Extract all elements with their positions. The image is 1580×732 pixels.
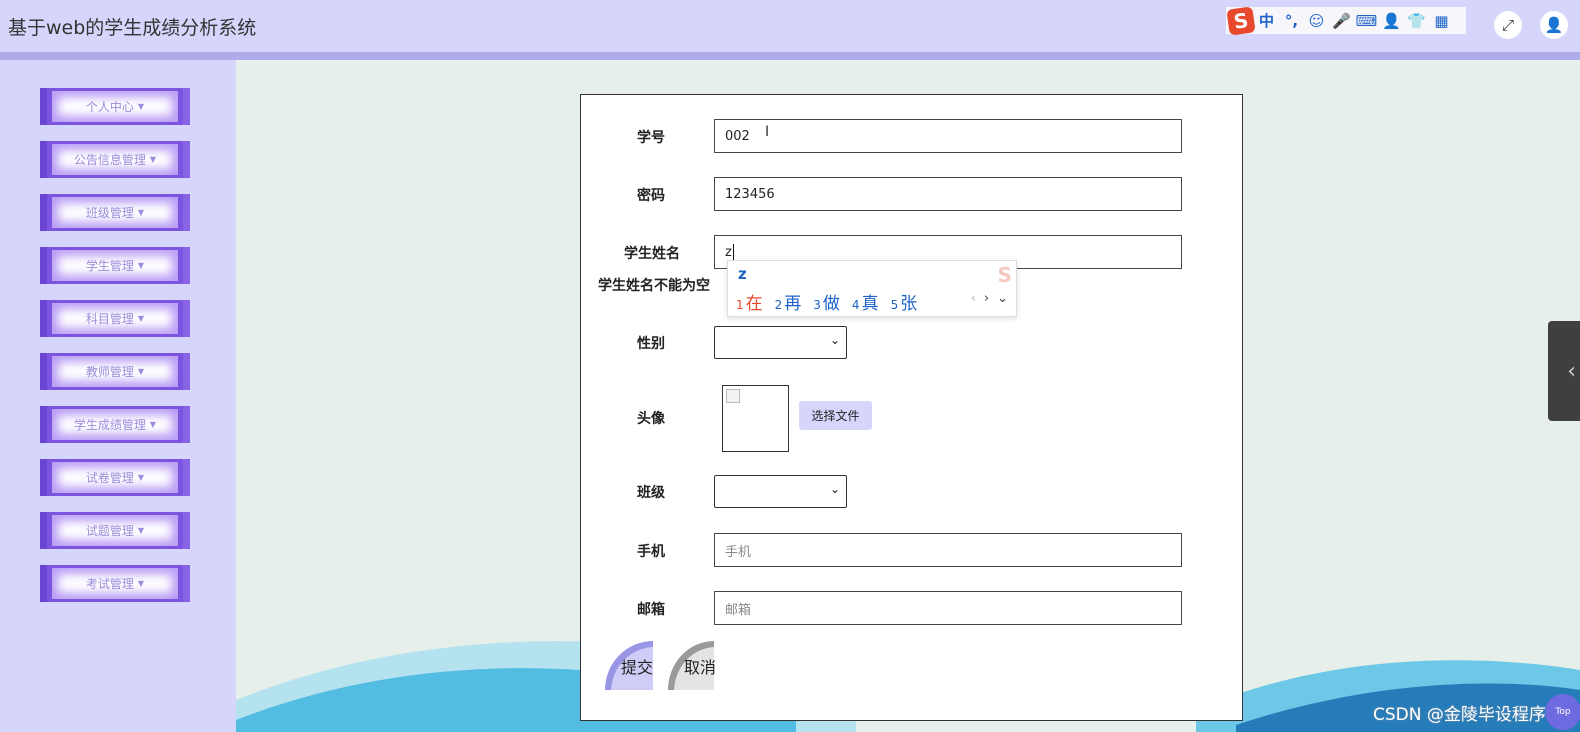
side-panel-toggle[interactable]: ‹ [1548, 321, 1580, 421]
sogou-logo-icon[interactable]: S [1226, 5, 1256, 36]
caret-down-icon: ▼ [137, 579, 145, 588]
ime-voice-icon[interactable]: 🎤 [1329, 9, 1354, 33]
avatar-label: 头像 [637, 411, 665, 427]
sidebar-item-label: 学生成绩管理 [73, 418, 146, 432]
user-icon[interactable]: 👤 [1540, 11, 1568, 39]
ime-toolbox-icon[interactable]: ▦ [1429, 9, 1454, 33]
sogou-watermark-icon: S [997, 263, 1012, 287]
cancel-button[interactable]: 取消 [668, 641, 716, 690]
chevron-down-icon: ⌄ [829, 482, 840, 496]
sidebar-item-papers[interactable]: 试卷管理 ▼ [40, 459, 190, 496]
phone-label: 手机 [637, 544, 665, 560]
sidebar-item-label: 学生管理 [85, 259, 134, 273]
caret-down-icon: ▼ [137, 208, 145, 217]
ime-nav: ‹ › ⌄ [971, 291, 1008, 306]
ime-next-page-icon[interactable]: › [984, 291, 989, 306]
ime-candidate[interactable]: 3做 [813, 289, 840, 314]
ime-candidate-list: 1在 2再 3做 4真 5张 [736, 289, 917, 314]
sidebar-item-grades[interactable]: 学生成绩管理 ▼ [40, 406, 190, 443]
password-input[interactable]: 123456 [714, 177, 1182, 211]
student-no-label: 学号 [637, 130, 665, 146]
ime-expand-icon[interactable]: ⌄ [997, 291, 1008, 306]
phone-input[interactable]: 手机 [714, 533, 1182, 567]
caret-down-icon: ▼ [149, 155, 157, 164]
text-cursor-icon: I [765, 124, 770, 140]
sidebar: 个人中心 ▼ 公告信息管理 ▼ 班级管理 ▼ 学生管理 ▼ 科目管理 ▼ 教师管理 ▼ 学生… [0, 60, 236, 732]
sidebar-item-label: 试卷管理 [85, 471, 134, 485]
watermark: CSDN @金陵毕设程序 [1373, 705, 1546, 725]
chevron-left-icon: ‹ [1567, 358, 1576, 384]
ime-skin-icon[interactable]: 👕 [1404, 9, 1429, 33]
sidebar-item-label: 个人中心 [85, 100, 134, 114]
gender-select[interactable]: ⌄ [714, 326, 847, 359]
ime-account-icon[interactable]: 👤 [1379, 9, 1404, 33]
student-name-error: 学生姓名不能为空 [598, 278, 710, 294]
gender-label: 性别 [637, 336, 665, 352]
ime-composition: z [738, 265, 747, 283]
caret-down-icon: ▼ [137, 261, 145, 270]
class-select[interactable]: ⌄ [714, 475, 847, 508]
password-label: 密码 [637, 188, 665, 204]
app-title: 基于web的学生成绩分析系统 [8, 17, 257, 39]
fullscreen-icon[interactable]: ⤢ [1494, 11, 1522, 39]
app-header: 基于web的学生成绩分析系统 S 中 °, ☺ 🎤 ⌨ 👤 👕 ▦ ⤢ 👤 [0, 0, 1580, 52]
ime-candidate[interactable]: 1在 [736, 289, 763, 314]
caret-down-icon: ▼ [137, 102, 145, 111]
ime-candidate[interactable]: 2再 [775, 289, 802, 314]
caret-down-icon: ▼ [137, 473, 145, 482]
sidebar-item-classes[interactable]: 班级管理 ▼ [40, 194, 190, 231]
sidebar-item-label: 班级管理 [85, 206, 134, 220]
chevron-down-icon: ⌄ [829, 333, 840, 347]
ime-candidate[interactable]: 4真 [852, 289, 879, 314]
sidebar-item-announcements[interactable]: 公告信息管理 ▼ [40, 141, 190, 178]
ime-emoji-icon[interactable]: ☺ [1304, 9, 1329, 33]
email-label: 邮箱 [637, 602, 665, 618]
sidebar-item-label: 考试管理 [85, 577, 134, 591]
sidebar-item-label: 试题管理 [85, 524, 134, 538]
student-name-label: 学生姓名 [624, 246, 680, 262]
caret-down-icon: ▼ [149, 420, 157, 429]
ime-chinese-mode-icon[interactable]: 中 [1254, 9, 1279, 33]
sidebar-item-label: 公告信息管理 [73, 153, 146, 167]
sidebar-item-subjects[interactable]: 科目管理 ▼ [40, 300, 190, 337]
caret-down-icon: ▼ [137, 314, 145, 323]
class-label: 班级 [637, 485, 665, 501]
ime-keyboard-icon[interactable]: ⌨ [1354, 9, 1379, 33]
caret-down-icon: ▼ [137, 526, 145, 535]
ime-prev-page-icon[interactable]: ‹ [971, 291, 976, 306]
student-no-input[interactable]: 002 [714, 119, 1182, 153]
sidebar-item-questions[interactable]: 试题管理 ▼ [40, 512, 190, 549]
back-to-top-button[interactable]: Top [1545, 694, 1580, 730]
ime-candidate-popup: z S 1在 2再 3做 4真 5张 ‹ › ⌄ [727, 260, 1017, 317]
email-input[interactable]: 邮箱 [714, 591, 1182, 625]
caret-down-icon: ▼ [137, 367, 145, 376]
header-divider [0, 52, 1580, 60]
sidebar-item-exams[interactable]: 考试管理 ▼ [40, 565, 190, 602]
sidebar-item-students[interactable]: 学生管理 ▼ [40, 247, 190, 284]
avatar-preview [722, 385, 789, 452]
sidebar-item-teachers[interactable]: 教师管理 ▼ [40, 353, 190, 390]
sidebar-item-label: 科目管理 [85, 312, 134, 326]
submit-button[interactable]: 提交 [605, 641, 653, 690]
student-form: 学号 002 密码 123456 学生姓名 z 学生姓名不能为空 性别 ⌄ 头像… [580, 94, 1243, 721]
ime-toolbar: S 中 °, ☺ 🎤 ⌨ 👤 👕 ▦ [1226, 5, 1466, 36]
broken-image-icon [726, 389, 740, 403]
sidebar-item-label: 教师管理 [85, 365, 134, 379]
sidebar-item-personal-center[interactable]: 个人中心 ▼ [40, 88, 190, 125]
choose-file-button[interactable]: 选择文件 [799, 401, 872, 430]
ime-candidate[interactable]: 5张 [891, 289, 918, 314]
ime-punctuation-icon[interactable]: °, [1279, 9, 1304, 33]
